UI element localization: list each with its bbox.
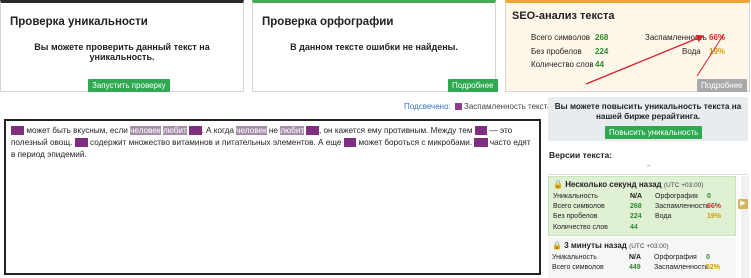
chevron-up-icon[interactable]: ⌃ [645, 163, 655, 173]
versions-title: Версии текста: [549, 150, 613, 160]
seo-words-label: Количество слов [531, 60, 594, 69]
seo-water-label: Вода [682, 47, 701, 56]
version-time: 3 минуты назад [564, 241, 627, 250]
v-chars-value: 449 [629, 264, 641, 271]
run-check-button[interactable]: Запустить проверку [88, 79, 170, 92]
version-timezone: (UTC +03:00) [629, 243, 669, 250]
v-words-value: 44 [630, 224, 638, 231]
editor-text: не [266, 126, 281, 135]
v-spell-value: 0 [706, 254, 710, 261]
seo-panel: SEO-анализ текста Всего символов 268 Без… [505, 0, 750, 92]
highlight-label[interactable]: Подсвечено: [404, 102, 451, 111]
seo-total-chars-label: Всего символов [531, 33, 591, 42]
v-spam-value: 52% [706, 264, 721, 271]
seo-total-chars-value: 268 [595, 33, 609, 42]
versions-scrollbar[interactable] [741, 176, 749, 278]
spelling-panel: Проверка орфографии В данном тексте ошиб… [252, 0, 498, 92]
v-spam-label: Заспамленность [655, 203, 710, 210]
v-uniq-value: N/A [629, 254, 642, 261]
spam-keyword-highlight: Лук [474, 138, 488, 147]
spam-keyword-highlight: лук [474, 126, 488, 135]
v-spell-label: Орфография [655, 193, 698, 200]
uniqueness-message: Вы можете проверить данный текст на уник… [34, 42, 210, 62]
editor-text: может бороться с микробами. [356, 138, 475, 147]
v-spell-label: Орфография [654, 254, 697, 261]
v-spam-value: 66% [707, 203, 722, 210]
v-nospace-label: Без пробелов [553, 213, 598, 220]
seo-details-button[interactable]: Подробнее [697, 79, 747, 92]
spam-keyword-highlight: лук [343, 138, 357, 147]
spam-keyword-highlight: лук [189, 126, 202, 135]
v-uniq-label: Уникальность [553, 193, 598, 200]
seo-no-spaces-label: Без пробелов [531, 47, 582, 56]
editor-text: содержит множество витаминов и питательн… [87, 138, 344, 147]
seo-spam-value: 66% [709, 33, 726, 42]
v-water-label: Вода [655, 213, 672, 220]
uniqueness-panel: Проверка уникальности Вы можете проверит… [0, 0, 244, 92]
highlight-legend-text: Заспамленность текста [463, 102, 552, 111]
rewrite-promo: Вы можете повысить уникальность текста н… [548, 97, 748, 141]
increase-uniqueness-button[interactable]: Повысить уникальность [605, 126, 703, 139]
version-item[interactable]: 🔒 Несколько секунд назад (UTC +03:00) Ун… [548, 176, 736, 236]
spam-word-highlight: любит [162, 126, 187, 135]
lock-icon: 🔒 [552, 241, 562, 250]
version-header: 🔒 Несколько секунд назад (UTC +03:00) [553, 180, 703, 189]
uniqueness-title: Проверка уникальности [10, 16, 148, 28]
version-item[interactable]: 🔒 3 минуты назад (UTC +03:00) Уникальнос… [548, 238, 736, 278]
editor-text: , он кажется ему противным. Между тем [318, 126, 475, 135]
lock-icon: 🔒 [553, 180, 563, 189]
v-chars-value: 268 [630, 203, 642, 210]
v-chars-label: Всего символов [553, 203, 605, 210]
version-time: Несколько секунд назад [565, 180, 662, 189]
spelling-details-button[interactable]: Подробнее [448, 79, 498, 92]
spam-word-highlight: человек [236, 126, 267, 135]
v-nospace-value: 224 [630, 213, 642, 220]
editor-text: может быть вкусным, если [24, 126, 131, 135]
spam-word-highlight: человек [130, 126, 161, 135]
seo-words-value: 44 [595, 60, 604, 69]
editor-text: . А когда [201, 126, 237, 135]
v-water-value: 19% [707, 213, 722, 220]
seo-water-value: 19% [709, 47, 726, 56]
seo-title: SEO-анализ текста [512, 10, 615, 22]
restore-version-icon[interactable]: ▶ [738, 199, 748, 209]
promo-text: Вы можете повысить уникальность текста н… [554, 102, 742, 121]
v-words-label: Количество слов [553, 224, 608, 231]
version-header: 🔒 3 минуты назад (UTC +03:00) [552, 241, 669, 250]
divider [548, 174, 748, 175]
v-spell-value: 0 [707, 193, 711, 200]
highlight-legend: Подсвечено: Заспамленность текста [404, 102, 552, 111]
spelling-message: В данном тексте ошибки не найдены. [290, 42, 458, 52]
spam-word-highlight: любит [280, 126, 305, 135]
v-spam-label: Заспамленность [654, 264, 709, 271]
spam-keyword-highlight: Лук [74, 138, 88, 147]
spelling-title: Проверка орфографии [262, 16, 394, 28]
seo-no-spaces-value: 224 [595, 47, 609, 56]
v-chars-label: Всего символов [552, 264, 604, 271]
spam-keyword-highlight: лук [306, 126, 319, 135]
text-editor[interactable]: Лук может быть вкусным, если человек люб… [4, 119, 541, 275]
version-timezone: (UTC +03:00) [663, 182, 704, 189]
v-uniq-label: Уникальность [552, 254, 597, 261]
seo-spam-label: Заспамленность [645, 33, 707, 42]
spam-keyword-highlight: Лук [11, 126, 25, 135]
spam-swatch-icon [454, 103, 462, 110]
v-uniq-value: N/A [630, 193, 643, 200]
